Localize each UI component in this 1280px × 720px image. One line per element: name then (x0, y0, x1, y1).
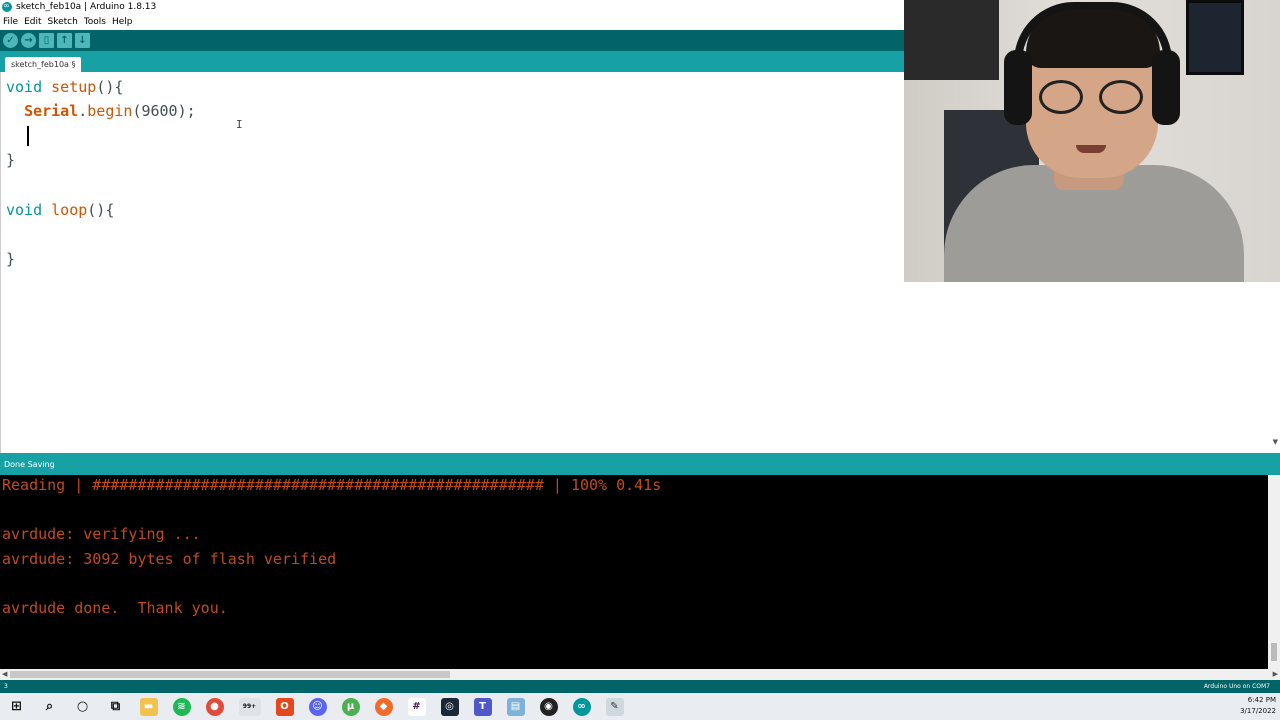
console-line: Reading | ##############################… (2, 476, 662, 494)
arduino-logo-icon (2, 0, 12, 13)
obs-icon: ◉ (544, 701, 553, 712)
code-line-4: } (6, 151, 16, 169)
discord-button[interactable]: ☺ (308, 697, 327, 716)
status-bar: Done Saving (0, 453, 1280, 475)
webcam-speaker (904, 0, 999, 80)
board-port-label: Arduino Uno on COM7 (1203, 683, 1270, 690)
scroll-left-icon[interactable]: ◀ (2, 669, 7, 680)
office-button[interactable]: O (275, 697, 294, 716)
upload-icon: → (24, 35, 33, 46)
office-icon: O (280, 701, 289, 712)
code-line-9: } (6, 250, 16, 268)
search-icon: ⌕ (45, 699, 54, 714)
chrome-button[interactable]: ● (205, 697, 224, 716)
app-icon: ◆ (379, 701, 388, 712)
webcam-headphone-right (1152, 50, 1180, 125)
scroll-right-icon[interactable]: ▶ (1273, 669, 1278, 680)
footer-bar: 3 Arduino Uno on COM7 (0, 680, 1280, 693)
folder-icon: ▬ (143, 701, 154, 712)
menu-edit[interactable]: Edit (24, 17, 41, 27)
menu-tools[interactable]: Tools (84, 17, 106, 27)
text-cursor (27, 126, 29, 146)
ibeam-cursor-icon: I (236, 118, 243, 131)
new-button[interactable]: ▯ (39, 33, 54, 48)
verify-icon: ✓ (6, 35, 15, 46)
slack-icon: # (412, 701, 421, 712)
teams-button[interactable]: T (473, 697, 492, 716)
paint-button[interactable]: ✎ (605, 697, 624, 716)
webcam-headphone-left (1004, 50, 1032, 125)
save-button[interactable]: ↓ (75, 33, 90, 48)
steam-icon: ◎ (445, 701, 454, 712)
scroll-thumb[interactable] (1271, 643, 1277, 661)
teams-icon: T (479, 701, 486, 712)
code-line-1: void setup(){ (6, 78, 124, 96)
webcam-picture-frame (1186, 0, 1244, 75)
paint-icon: ✎ (610, 701, 619, 712)
start-button[interactable]: ⊞ (8, 698, 26, 716)
notepad-button[interactable]: ▤ (506, 697, 525, 716)
chrome-icon: ● (210, 701, 219, 712)
utorrent-button[interactable]: µ (341, 697, 360, 716)
clock-time: 6:42 PM (1247, 696, 1276, 704)
webcam-glasses-left (1039, 80, 1083, 114)
arduino-icon: ∞ (577, 701, 586, 712)
notepad-icon: ▤ (510, 701, 521, 712)
open-icon: ↑ (60, 35, 69, 46)
tab-sketch[interactable]: sketch_feb10a § (5, 57, 82, 72)
line-number: 3 (4, 683, 8, 690)
save-icon: ↓ (78, 35, 87, 46)
system-clock[interactable]: 6:42 PM 3/17/2022 (1240, 695, 1276, 717)
webcam-mouth (1076, 145, 1106, 153)
new-icon: ▯ (43, 35, 50, 46)
verify-button[interactable]: ✓ (3, 33, 18, 48)
task-view-button[interactable]: ⧉ (107, 698, 125, 716)
open-button[interactable]: ↑ (57, 33, 72, 48)
discord-icon: ☺ (312, 701, 323, 712)
circle-icon: ○ (76, 699, 89, 714)
console-line: avrdude: verifying ... (2, 525, 201, 543)
task-view-icon: ⧉ (110, 699, 121, 714)
cortana-button[interactable]: ○ (74, 698, 92, 716)
editor-scroll-down-icon[interactable]: ▼ (1273, 438, 1278, 446)
steam-button[interactable]: ◎ (440, 697, 459, 716)
console-horizontal-scrollbar[interactable]: ◀ ▶ (0, 669, 1280, 680)
menu-help[interactable]: Help (112, 17, 133, 27)
scroll-thumb[interactable] (10, 671, 450, 678)
app-button[interactable]: ◆ (374, 697, 393, 716)
slack-button[interactable]: # (407, 697, 426, 716)
webcam-glasses-right (1099, 80, 1143, 114)
arduino-taskbar-button[interactable]: ∞ (572, 697, 591, 716)
upload-button[interactable]: → (21, 33, 36, 48)
console-output (0, 475, 1280, 669)
console-line: avrdude: 3092 bytes of flash verified (2, 550, 337, 568)
search-button[interactable]: ⌕ (41, 698, 59, 716)
spotify-icon: ≋ (177, 701, 186, 712)
menu-sketch[interactable]: Sketch (48, 17, 78, 27)
console-vertical-scrollbar[interactable] (1268, 475, 1280, 669)
obs-button[interactable]: ◉ (539, 697, 558, 716)
utorrent-icon: µ (346, 701, 355, 712)
console-line: avrdude done. Thank you. (2, 599, 228, 617)
webcam-overlay (904, 0, 1280, 282)
window-title: sketch_feb10a | Arduino 1.8.13 (16, 2, 157, 12)
windows-taskbar: ⊞ ⌕ ○ ⧉ ▬ ≋ ● 99+ O ☺ µ ◆ # ◎ T ▤ ◉ ∞ ✎ … (0, 693, 1280, 720)
menu-file[interactable]: File (3, 17, 18, 27)
code-line-6: void loop(){ (6, 201, 115, 219)
spotify-button[interactable]: ≋ (172, 697, 191, 716)
mail-button[interactable]: 99+ (238, 697, 261, 716)
windows-icon: ⊞ (11, 699, 22, 714)
mail-badge: 99+ (242, 703, 257, 710)
code-line-2: Serial.begin(9600); (24, 102, 196, 120)
file-explorer-button[interactable]: ▬ (139, 697, 158, 716)
clock-date: 3/17/2022 (1240, 707, 1276, 715)
